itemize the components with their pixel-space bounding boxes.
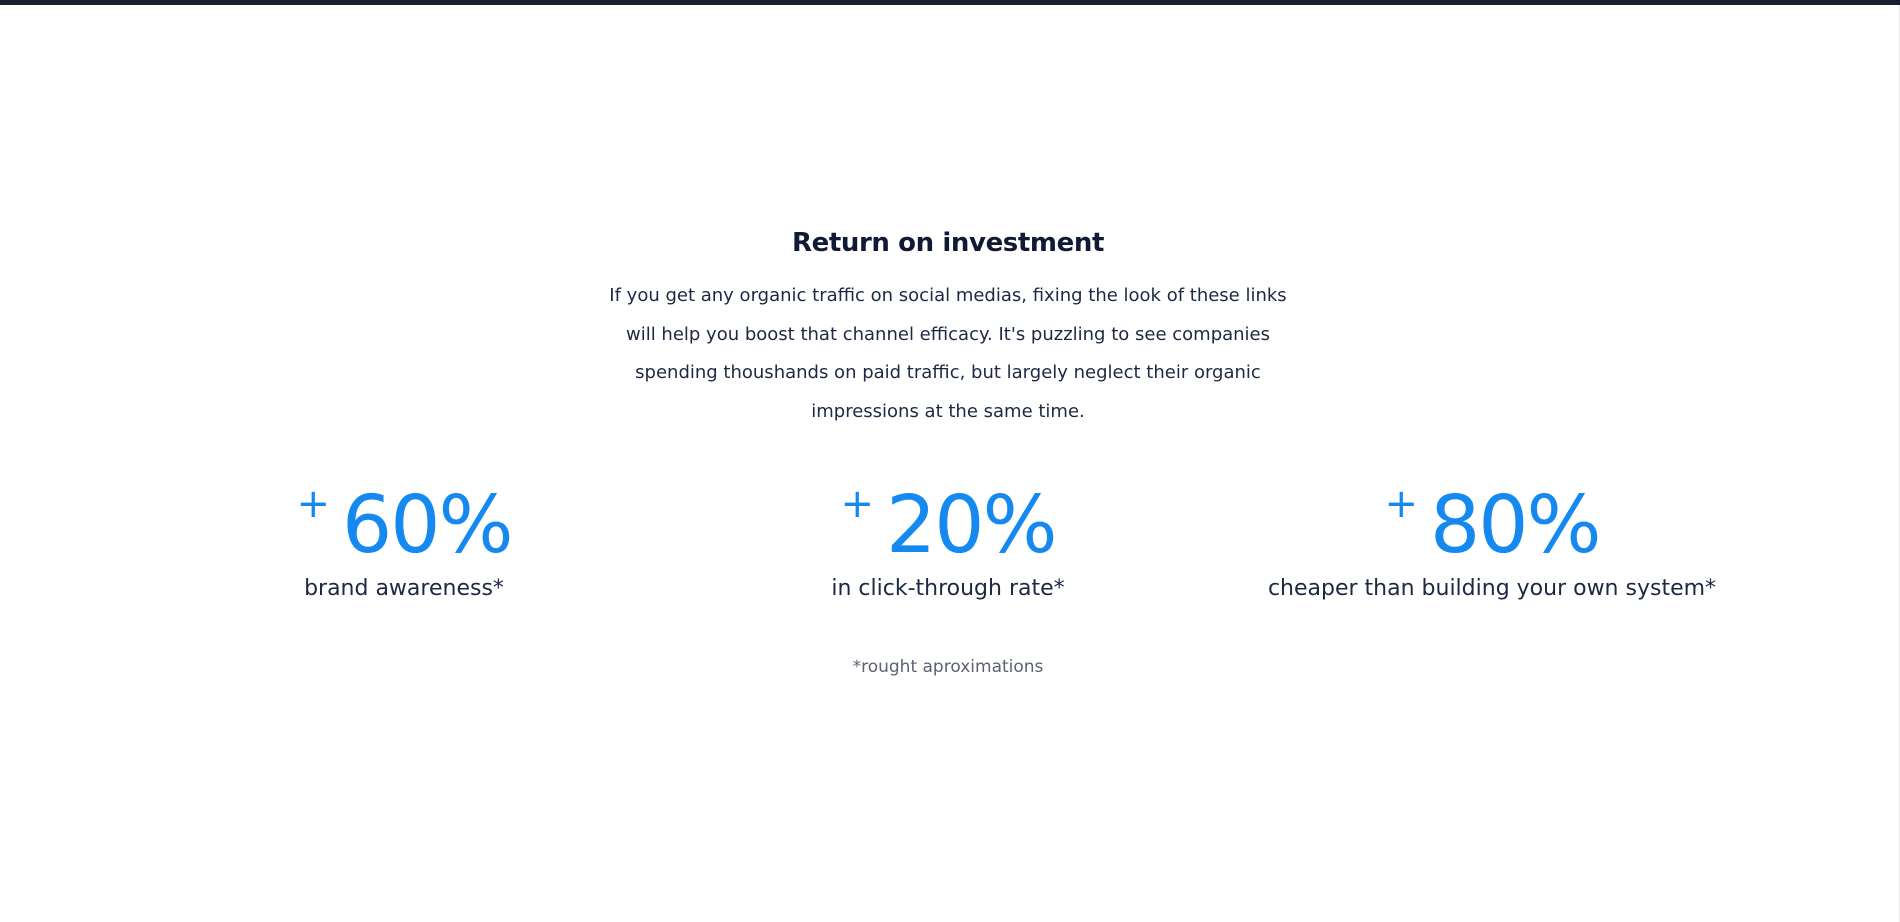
stat-label: cheaper than building your own system*: [1267, 576, 1717, 601]
section-title: Return on investment: [792, 227, 1104, 258]
footnote: *rought aproximations: [852, 657, 1044, 677]
stat-value-line: +60%: [144, 480, 664, 570]
stat-cost-saving: +80% cheaper than building your own syst…: [1232, 480, 1752, 604]
roi-section: Return on investment If you get any orga…: [0, 0, 1900, 922]
stat-label: brand awareness*: [304, 576, 504, 601]
plus-sign: +: [840, 481, 874, 527]
stat-click-through: +20% in click-through rate*: [688, 480, 1208, 604]
plus-sign: +: [296, 481, 330, 527]
stat-value-line: +80%: [1232, 480, 1752, 570]
stats-row: +60% brand awareness* +20% in click-thro…: [0, 480, 1896, 620]
stat-value: 80%: [1429, 479, 1602, 571]
stat-brand-awareness: +60% brand awareness*: [144, 480, 664, 604]
plus-sign: +: [1384, 481, 1418, 527]
section-description: If you get any organic traffic on social…: [609, 285, 1287, 422]
stat-label: in click-through rate*: [831, 576, 1065, 601]
stat-value: 60%: [341, 479, 514, 571]
stat-value: 20%: [885, 479, 1058, 571]
stat-value-line: +20%: [688, 480, 1208, 570]
